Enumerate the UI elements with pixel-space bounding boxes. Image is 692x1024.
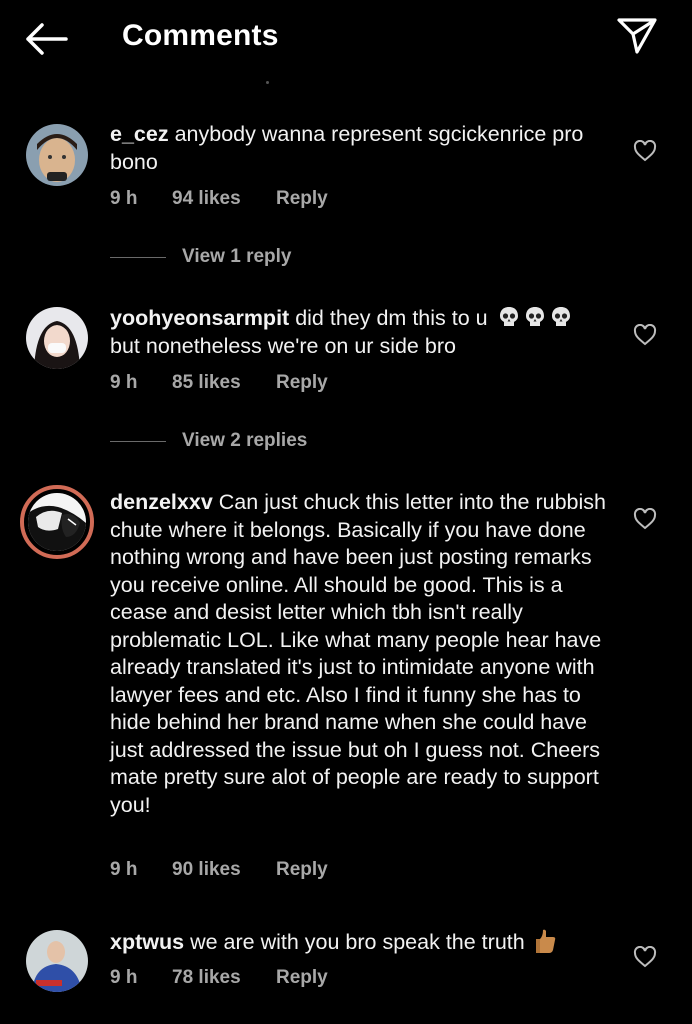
- heart-icon[interactable]: [633, 324, 657, 346]
- avatar[interactable]: [26, 124, 88, 186]
- comment-username[interactable]: e_cez: [110, 122, 169, 146]
- comment-likes[interactable]: 94 likes: [172, 188, 276, 210]
- comment-likes[interactable]: 85 likes: [172, 372, 276, 394]
- comment-time: 9 h: [110, 967, 138, 988]
- avatar: [28, 493, 86, 551]
- reply-divider: [110, 256, 166, 258]
- heart-icon[interactable]: [633, 946, 657, 968]
- heart-icon[interactable]: [633, 508, 657, 530]
- comment-text: xptwus we are with you bro speak the trut…: [110, 928, 615, 957]
- comment-meta: 9 h 94 likes Reply: [110, 188, 328, 210]
- reply-button[interactable]: Reply: [276, 859, 328, 881]
- comment-time: 9 h: [110, 372, 138, 393]
- comment-username[interactable]: yoohyeonsarmpit: [110, 306, 289, 330]
- comment-meta: 9 h 90 likes Reply: [110, 859, 328, 881]
- view-replies-label: View 2 replies: [182, 430, 308, 451]
- comment-text: yoohyeonsarmpit did they dm this to u but…: [110, 305, 615, 360]
- avatar-image: [28, 493, 86, 551]
- avatar-image: [26, 930, 88, 992]
- heart-icon[interactable]: [633, 140, 657, 162]
- page-title: Comments: [122, 19, 279, 52]
- avatar-image: [26, 124, 88, 186]
- comment-time: 9 h: [110, 859, 138, 880]
- reply-button[interactable]: Reply: [276, 967, 328, 989]
- arrow-left-icon[interactable]: [24, 22, 68, 56]
- skull-emoji-icon: [499, 307, 518, 326]
- skull-emoji-icon: [551, 307, 570, 326]
- reply-divider: [110, 440, 166, 442]
- view-replies-button[interactable]: View 1 reply: [110, 246, 292, 268]
- reply-button[interactable]: Reply: [276, 372, 328, 394]
- comment-body: did they dm this to u: [295, 306, 488, 330]
- header: Comments: [0, 0, 692, 80]
- avatar[interactable]: [26, 930, 88, 992]
- comment-username[interactable]: xptwus: [110, 930, 184, 954]
- comment-likes[interactable]: 78 likes: [172, 967, 276, 989]
- comment-text: e_cez anybody wanna represent sgcickenric…: [110, 121, 615, 176]
- thumbs-up-emoji-icon: [535, 929, 555, 953]
- reply-button[interactable]: Reply: [276, 188, 328, 210]
- paper-plane-icon[interactable]: [616, 17, 658, 55]
- avatar-with-story-ring[interactable]: [20, 485, 94, 559]
- comment-meta: 9 h 78 likes Reply: [110, 967, 328, 989]
- comments-screen: Comments e_cez anybody wanna represent sg…: [0, 0, 692, 1024]
- comment-body: anybody wanna represent sgcickenrice pro…: [110, 122, 584, 174]
- view-replies-button[interactable]: View 2 replies: [110, 430, 307, 452]
- skull-emoji-icon: [525, 307, 544, 326]
- comment-likes[interactable]: 90 likes: [172, 859, 276, 881]
- comment-body-continued: but nonetheless we're on ur side bro: [110, 333, 456, 358]
- comment-body: we are with you bro speak the truth: [190, 930, 525, 954]
- separator-dot: [266, 81, 269, 84]
- comment-username[interactable]: denzelxxv: [110, 490, 213, 514]
- comment-time: 9 h: [110, 188, 138, 209]
- comment-meta: 9 h 85 likes Reply: [110, 372, 328, 394]
- avatar[interactable]: [26, 307, 88, 369]
- comment-body: Can just chuck this letter into the rubb…: [110, 490, 606, 817]
- avatar-image: [26, 307, 88, 369]
- comment-text: denzelxxv Can just chuck this letter into…: [110, 489, 615, 819]
- view-replies-label: View 1 reply: [182, 246, 292, 267]
